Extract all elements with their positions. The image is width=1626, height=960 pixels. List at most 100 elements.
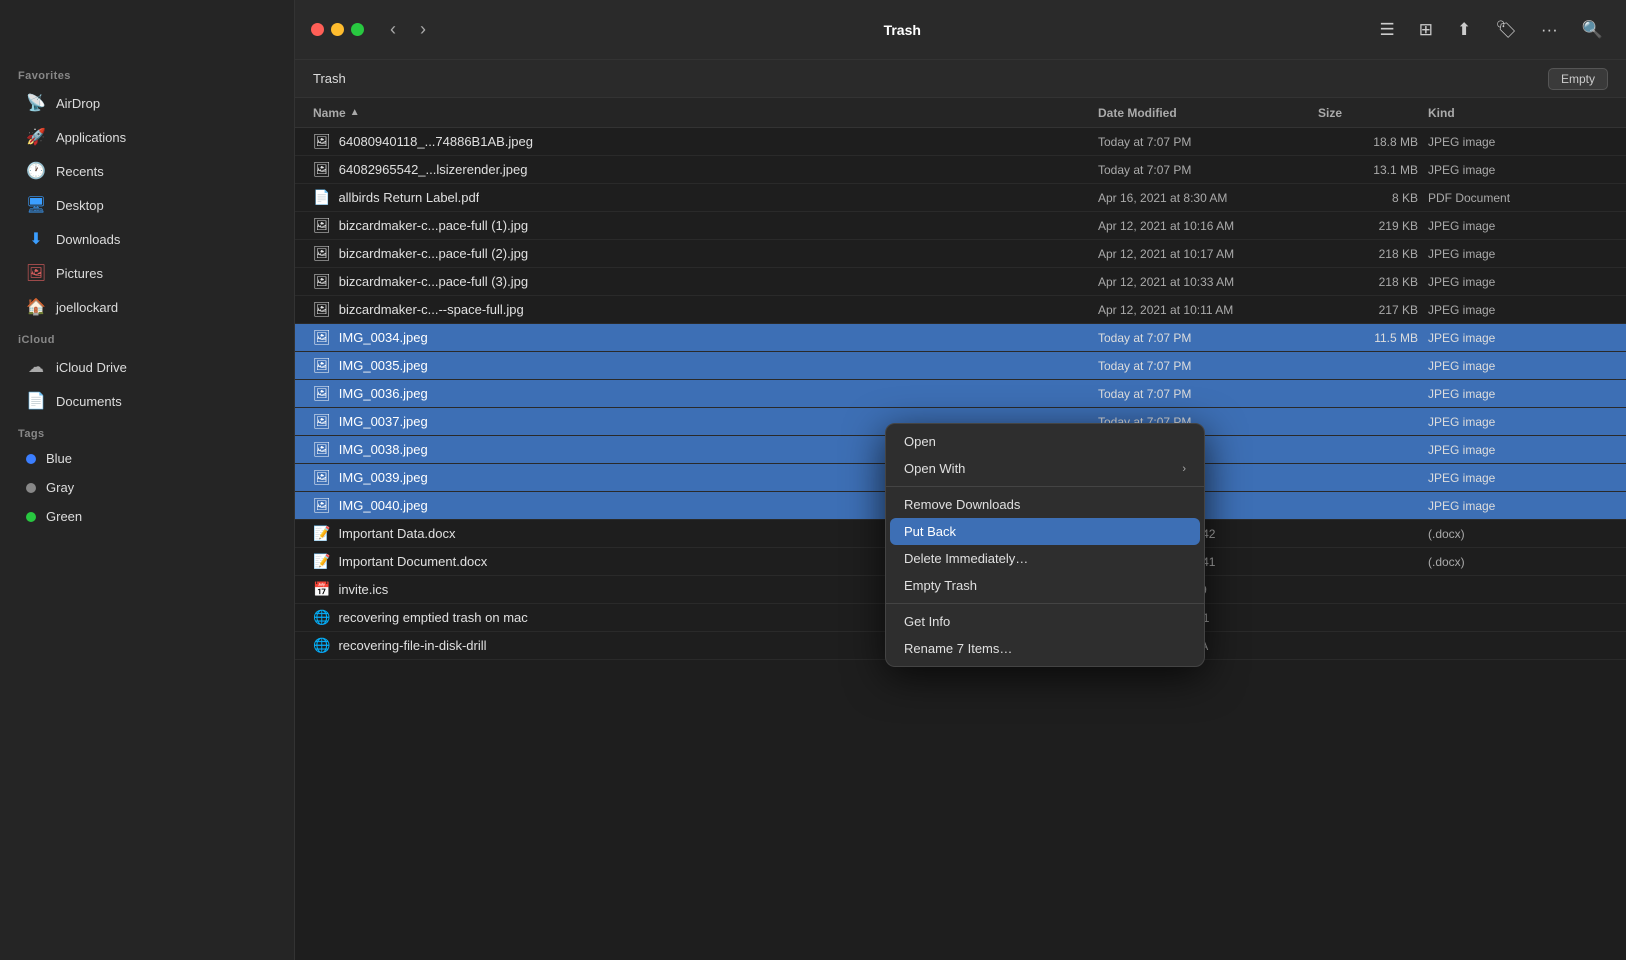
sidebar-item-documents[interactable]: 📄 Documents: [8, 385, 286, 417]
file-kind: JPEG image: [1428, 387, 1608, 401]
sidebar-item-desktop[interactable]: 🖥 Desktop: [8, 189, 286, 221]
ctx-item-label: Rename 7 Items…: [904, 641, 1012, 656]
file-type-icon: 🖼: [313, 217, 331, 234]
sidebar-item-icloud-drive[interactable]: ☁ iCloud Drive: [8, 351, 286, 383]
ctx-item-label: Get Info: [904, 614, 950, 629]
file-name-text: IMG_0040.jpeg: [339, 498, 428, 513]
file-name-text: recovering-file-in-disk-drill: [338, 638, 486, 653]
file-name-text: Important Document.docx: [338, 554, 487, 569]
sidebar-item-label: joellockard: [56, 300, 118, 315]
file-type-icon: 🖼: [313, 357, 331, 374]
file-size: 217 KB: [1318, 303, 1428, 317]
table-row[interactable]: 🖼 64080940118_...74886B1AB.jpeg Today at…: [295, 128, 1626, 156]
context-menu-item-remove-downloads[interactable]: Remove Downloads: [886, 491, 1204, 518]
context-menu-item-open[interactable]: Open: [886, 428, 1204, 455]
file-size: 219 KB: [1318, 219, 1428, 233]
maximize-button[interactable]: [351, 23, 364, 36]
table-row[interactable]: 🖼 64082965542_...lsizerender.jpeg Today …: [295, 156, 1626, 184]
file-size: 218 KB: [1318, 247, 1428, 261]
table-row[interactable]: 🖼 IMG_0034.jpeg Today at 7:07 PM 11.5 MB…: [295, 324, 1626, 352]
file-date: Today at 7:07 PM: [1098, 331, 1318, 345]
table-row[interactable]: 🖼 bizcardmaker-c...pace-full (2).jpg Apr…: [295, 240, 1626, 268]
file-name-cell: 🖼 bizcardmaker-c...pace-full (2).jpg: [313, 245, 1098, 262]
file-kind: JPEG image: [1428, 219, 1608, 233]
table-row[interactable]: 🖼 bizcardmaker-c...pace-full (1).jpg Apr…: [295, 212, 1626, 240]
context-menu: Open Open With› Remove DownloadsPut BackDe…: [885, 423, 1205, 667]
file-date: Today at 7:07 PM: [1098, 163, 1318, 177]
list-view-button[interactable]: ☰: [1373, 16, 1402, 44]
file-name-text: Important Data.docx: [338, 526, 455, 541]
col-name[interactable]: Name ▲: [313, 106, 1098, 120]
context-menu-item-empty-trash[interactable]: Empty Trash: [886, 572, 1204, 599]
col-date-modified[interactable]: Date Modified: [1098, 106, 1318, 120]
window-title: Trash: [444, 22, 1361, 38]
file-size: 218 KB: [1318, 275, 1428, 289]
sidebar-item-airdrop[interactable]: 📡 AirDrop: [8, 87, 286, 119]
sidebar-item-recents[interactable]: 🕐 Recents: [8, 155, 286, 187]
table-row[interactable]: 🖼 IMG_0035.jpeg Today at 7:07 PM JPEG im…: [295, 352, 1626, 380]
tags-label: Tags: [0, 418, 294, 444]
sidebar-item-tag-gray[interactable]: Gray: [8, 474, 286, 501]
sidebar-item-tag-green[interactable]: Green: [8, 503, 286, 530]
file-kind: JPEG image: [1428, 303, 1608, 317]
file-date: Today at 7:07 PM: [1098, 387, 1318, 401]
file-size: 8 KB: [1318, 191, 1428, 205]
context-menu-item-delete-immediately[interactable]: Delete Immediately…: [886, 545, 1204, 572]
traffic-lights: [311, 23, 364, 36]
context-menu-item-put-back[interactable]: Put Back: [890, 518, 1200, 545]
file-name-cell: 🖼 IMG_0036.jpeg: [313, 385, 1098, 402]
file-name-cell: 🖼 64080940118_...74886B1AB.jpeg: [313, 133, 1098, 150]
sidebar-item-label: Desktop: [56, 198, 104, 213]
col-kind[interactable]: Kind: [1428, 106, 1608, 120]
sidebar-item-downloads[interactable]: ⬇ Downloads: [8, 223, 286, 255]
context-menu-separator: [886, 486, 1204, 487]
file-date: Apr 12, 2021 at 10:17 AM: [1098, 247, 1318, 261]
downloads-icon: ⬇: [26, 229, 46, 249]
table-row[interactable]: 🖼 bizcardmaker-c...pace-full (3).jpg Apr…: [295, 268, 1626, 296]
file-type-icon: 🌐: [313, 637, 330, 654]
context-menu-item-rename-7-items[interactable]: Rename 7 Items…: [886, 635, 1204, 662]
context-menu-item-open-with[interactable]: Open With›: [886, 455, 1204, 482]
minimize-button[interactable]: [331, 23, 344, 36]
sidebar-item-applications[interactable]: 🚀 Applications: [8, 121, 286, 153]
more-button[interactable]: ···: [1534, 16, 1565, 44]
file-name-text: bizcardmaker-c...--space-full.jpg: [339, 302, 524, 317]
search-button[interactable]: 🔍: [1575, 16, 1610, 44]
file-list[interactable]: 🖼 64080940118_...74886B1AB.jpeg Today at…: [295, 128, 1626, 960]
file-type-icon: 🖼: [313, 273, 331, 290]
file-type-icon: 📝: [313, 553, 330, 570]
file-type-icon: 🖼: [313, 441, 331, 458]
sidebar-item-pictures[interactable]: 🖼 Pictures: [8, 257, 286, 289]
empty-trash-button[interactable]: Empty: [1548, 68, 1608, 90]
file-name-text: 64080940118_...74886B1AB.jpeg: [339, 134, 533, 149]
table-row[interactable]: 🖼 IMG_0036.jpeg Today at 7:07 PM JPEG im…: [295, 380, 1626, 408]
file-kind: PDF Document: [1428, 191, 1608, 205]
close-button[interactable]: [311, 23, 324, 36]
back-button[interactable]: ‹: [384, 15, 402, 44]
ctx-item-label: Open: [904, 434, 936, 449]
file-name-text: IMG_0036.jpeg: [339, 386, 428, 401]
col-size[interactable]: Size: [1318, 106, 1428, 120]
favorites-label: Favorites: [0, 60, 294, 86]
gray-tag-dot: [26, 483, 36, 493]
applications-icon: 🚀: [26, 127, 46, 147]
file-name-text: IMG_0037.jpeg: [339, 414, 428, 429]
context-menu-item-get-info[interactable]: Get Info: [886, 608, 1204, 635]
table-row[interactable]: 🖼 bizcardmaker-c...--space-full.jpg Apr …: [295, 296, 1626, 324]
file-type-icon: 🖼: [313, 413, 331, 430]
grid-view-button[interactable]: ⊞: [1412, 16, 1440, 44]
sidebar-item-label: Recents: [56, 164, 104, 179]
tags-button[interactable]: 🏷: [1488, 16, 1524, 44]
file-kind: (.docx): [1428, 527, 1608, 541]
file-name-text: IMG_0039.jpeg: [339, 470, 428, 485]
table-row[interactable]: 📄 allbirds Return Label.pdf Apr 16, 2021…: [295, 184, 1626, 212]
sidebar-item-label: Gray: [46, 480, 74, 495]
file-size: 18.8 MB: [1318, 135, 1428, 149]
sidebar-item-tag-blue[interactable]: Blue: [8, 445, 286, 472]
forward-button[interactable]: ›: [414, 15, 432, 44]
blue-tag-dot: [26, 454, 36, 464]
share-button[interactable]: ⬆: [1450, 16, 1478, 44]
file-size: 13.1 MB: [1318, 163, 1428, 177]
file-type-icon: 🖼: [313, 497, 331, 514]
sidebar-item-home[interactable]: 🏠 joellockard: [8, 291, 286, 323]
